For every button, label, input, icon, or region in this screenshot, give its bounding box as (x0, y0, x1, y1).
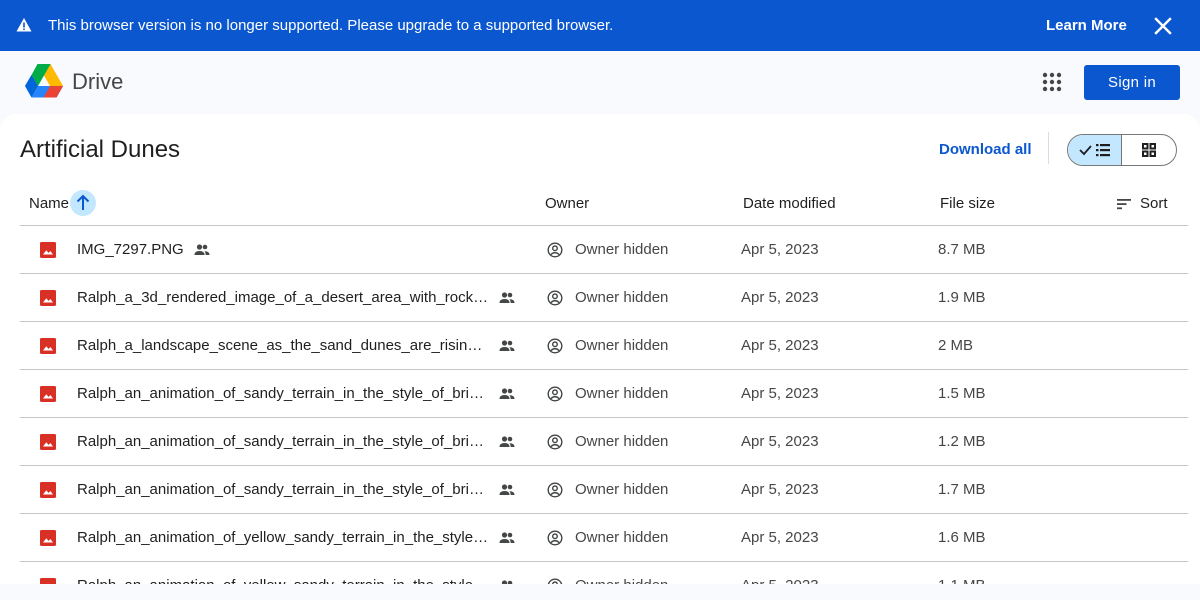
shared-people-icon (501, 580, 513, 584)
image-file-icon (40, 338, 56, 354)
table-row[interactable]: Ralph_a_3d_rendered_image_of_a_desert_ar… (20, 274, 1188, 322)
sort-direction-button[interactable] (70, 190, 96, 216)
owner-avatar-icon (547, 242, 563, 258)
file-date-modified: Apr 5, 2023 (741, 481, 819, 498)
view-toggle (1067, 134, 1177, 166)
image-file-icon (40, 482, 56, 498)
owner-avatar-icon (547, 482, 563, 498)
image-file-icon (40, 530, 56, 546)
sign-in-button[interactable]: Sign in (1084, 65, 1180, 100)
table-row[interactable]: Ralph_an_animation_of_yellow_sandy_terra… (20, 562, 1188, 584)
list-view-icon (1078, 144, 1110, 157)
column-file-size: File size (940, 195, 996, 212)
arrow-up-icon (76, 194, 90, 210)
file-size: 8.7 MB (938, 241, 986, 258)
shared-people-icon (499, 532, 515, 543)
list-view-button[interactable] (1068, 135, 1123, 165)
file-name: Ralph_an_animation_of_sandy_terrain_in_t… (77, 481, 489, 498)
column-name[interactable]: Name (29, 182, 69, 225)
image-file-icon (40, 242, 56, 258)
owner-avatar-icon (547, 434, 563, 450)
sort-button[interactable]: Sort (1116, 182, 1168, 225)
file-name: Ralph_a_landscape_scene_as_the_sand_dune… (77, 337, 489, 354)
table-row[interactable]: Ralph_an_animation_of_yellow_sandy_terra… (20, 514, 1188, 562)
file-size: 1.5 MB (938, 385, 986, 402)
apps-grid-icon[interactable] (1040, 70, 1064, 94)
grid-view-icon (1142, 143, 1156, 157)
table-row[interactable]: Ralph_a_landscape_scene_as_the_sand_dune… (20, 322, 1188, 370)
file-owner: Owner hidden (575, 529, 669, 546)
grid-view-button[interactable] (1122, 135, 1176, 165)
download-all-button[interactable]: Download all (939, 141, 1032, 158)
file-name: Ralph_an_animation_of_yellow_sandy_terra… (77, 529, 489, 546)
file-name: Ralph_an_animation_of_sandy_terrain_in_t… (77, 433, 489, 450)
file-date-modified: Apr 5, 2023 (741, 337, 819, 354)
drive-brand: Drive (72, 69, 124, 94)
file-date-modified: Apr 5, 2023 (741, 562, 819, 584)
shared-people-icon (194, 244, 210, 255)
owner-avatar-icon (547, 578, 563, 584)
file-owner: Owner hidden (575, 241, 669, 258)
banner-message: This browser version is no longer suppor… (48, 17, 614, 34)
shared-people-icon (499, 484, 515, 495)
image-file-icon (40, 434, 56, 450)
shared-people-icon (499, 292, 515, 303)
shared-people-icon (499, 388, 515, 399)
file-size: 1.6 MB (938, 529, 986, 546)
file-date-modified: Apr 5, 2023 (741, 529, 819, 546)
file-size: 1.7 MB (938, 481, 986, 498)
table-row[interactable]: Ralph_an_animation_of_sandy_terrain_in_t… (20, 466, 1188, 514)
file-name: IMG_7297.PNG (77, 241, 184, 258)
learn-more-link[interactable]: Learn More (1046, 0, 1127, 51)
file-date-modified: Apr 5, 2023 (741, 289, 819, 306)
column-owner: Owner (545, 195, 590, 212)
file-date-modified: Apr 5, 2023 (741, 433, 819, 450)
table-row[interactable]: Ralph_an_animation_of_sandy_terrain_in_t… (20, 418, 1188, 466)
sort-label: Sort (1140, 195, 1168, 212)
owner-avatar-icon (547, 386, 563, 402)
unsupported-browser-banner: This browser version is no longer suppor… (0, 0, 1200, 51)
folder-title: Artificial Dunes (20, 136, 181, 163)
top-bar: Drive Sign in (0, 51, 1200, 113)
file-owner: Owner hidden (575, 562, 668, 584)
image-file-icon (40, 578, 56, 584)
file-owner: Owner hidden (575, 433, 669, 450)
file-owner: Owner hidden (575, 289, 669, 306)
file-size: 1.9 MB (938, 289, 986, 306)
file-size: 1.1 MB (938, 562, 986, 584)
warning-icon (16, 18, 32, 32)
file-owner: Owner hidden (575, 337, 669, 354)
file-owner: Owner hidden (575, 385, 669, 402)
close-icon[interactable] (1152, 15, 1174, 37)
file-size: 2 MB (938, 337, 974, 354)
table-row[interactable]: Ralph_an_animation_of_sandy_terrain_in_t… (20, 370, 1188, 418)
file-name: Ralph_a_3d_rendered_image_of_a_desert_ar… (77, 289, 489, 306)
file-date-modified: Apr 5, 2023 (741, 385, 819, 402)
file-name: Ralph_an_animation_of_sandy_terrain_in_t… (77, 385, 489, 402)
table-header: Name Owner Date modified File size Sort (20, 182, 1188, 226)
owner-avatar-icon (547, 530, 563, 546)
file-owner: Owner hidden (575, 481, 669, 498)
file-size: 1.2 MB (938, 433, 986, 450)
owner-avatar-icon (547, 338, 563, 354)
image-file-icon (40, 386, 56, 402)
file-name: Ralph_an_animation_of_yellow_sandy_terra… (77, 562, 489, 584)
file-list-card: Artificial Dunes Download all Name Owner… (0, 114, 1200, 584)
image-file-icon (40, 290, 56, 306)
shared-people-icon (499, 436, 515, 447)
file-date-modified: Apr 5, 2023 (741, 241, 819, 258)
table-row[interactable]: IMG_7297.PNG Owner hidden Apr 5, 2023 8.… (20, 226, 1188, 274)
owner-avatar-icon (547, 290, 563, 306)
column-date-modified: Date modified (743, 195, 836, 212)
drive-logo[interactable] (25, 63, 63, 99)
shared-people-icon (499, 340, 515, 351)
toolbar-divider (1048, 132, 1049, 164)
sort-icon (1117, 198, 1131, 209)
